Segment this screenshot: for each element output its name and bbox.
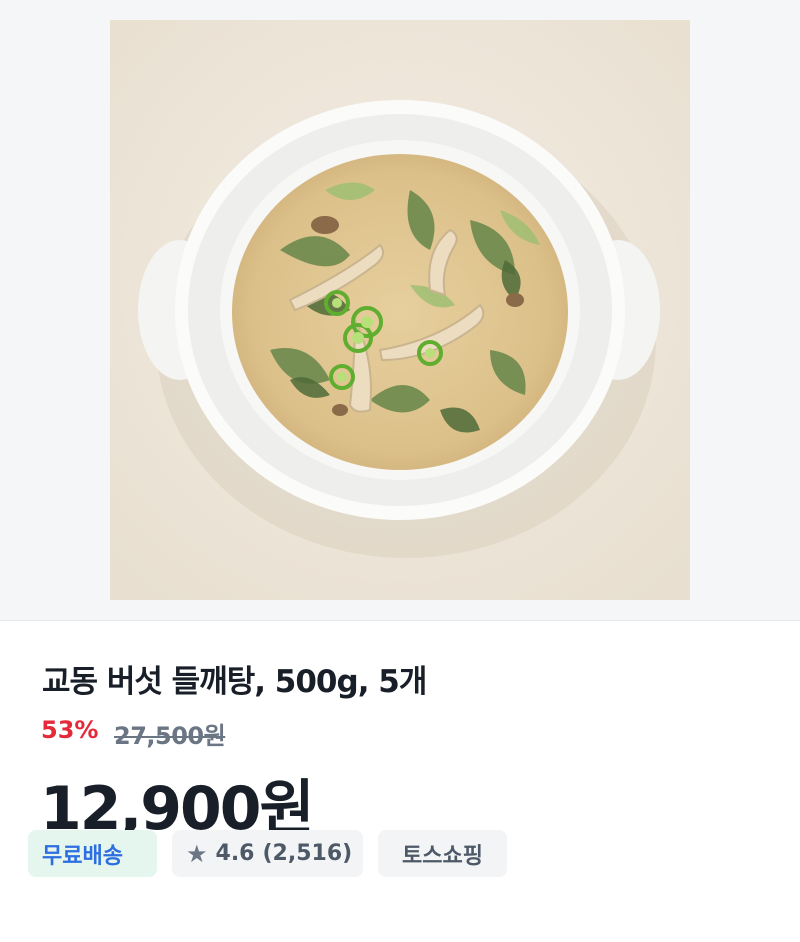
original-price: 27,500원 bbox=[114, 722, 226, 750]
rating-badge[interactable]: ★ 4.6 (2,516) bbox=[172, 830, 363, 877]
product-title: 교동 버섯 들깨탕, 500g, 5개 bbox=[42, 664, 427, 700]
product-image[interactable] bbox=[110, 20, 690, 600]
star-icon: ★ bbox=[186, 839, 208, 868]
review-count: (2,516) bbox=[262, 841, 353, 866]
store-name: 토스쇼핑 bbox=[402, 843, 483, 869]
discount-rate: 53% bbox=[41, 716, 99, 744]
free-shipping-label: 무료배송 bbox=[42, 843, 123, 869]
free-shipping-badge: 무료배송 bbox=[28, 830, 157, 877]
rating-value: 4.6 bbox=[215, 841, 255, 866]
store-badge[interactable]: 토스쇼핑 bbox=[378, 830, 507, 877]
product-image-area bbox=[0, 0, 800, 621]
